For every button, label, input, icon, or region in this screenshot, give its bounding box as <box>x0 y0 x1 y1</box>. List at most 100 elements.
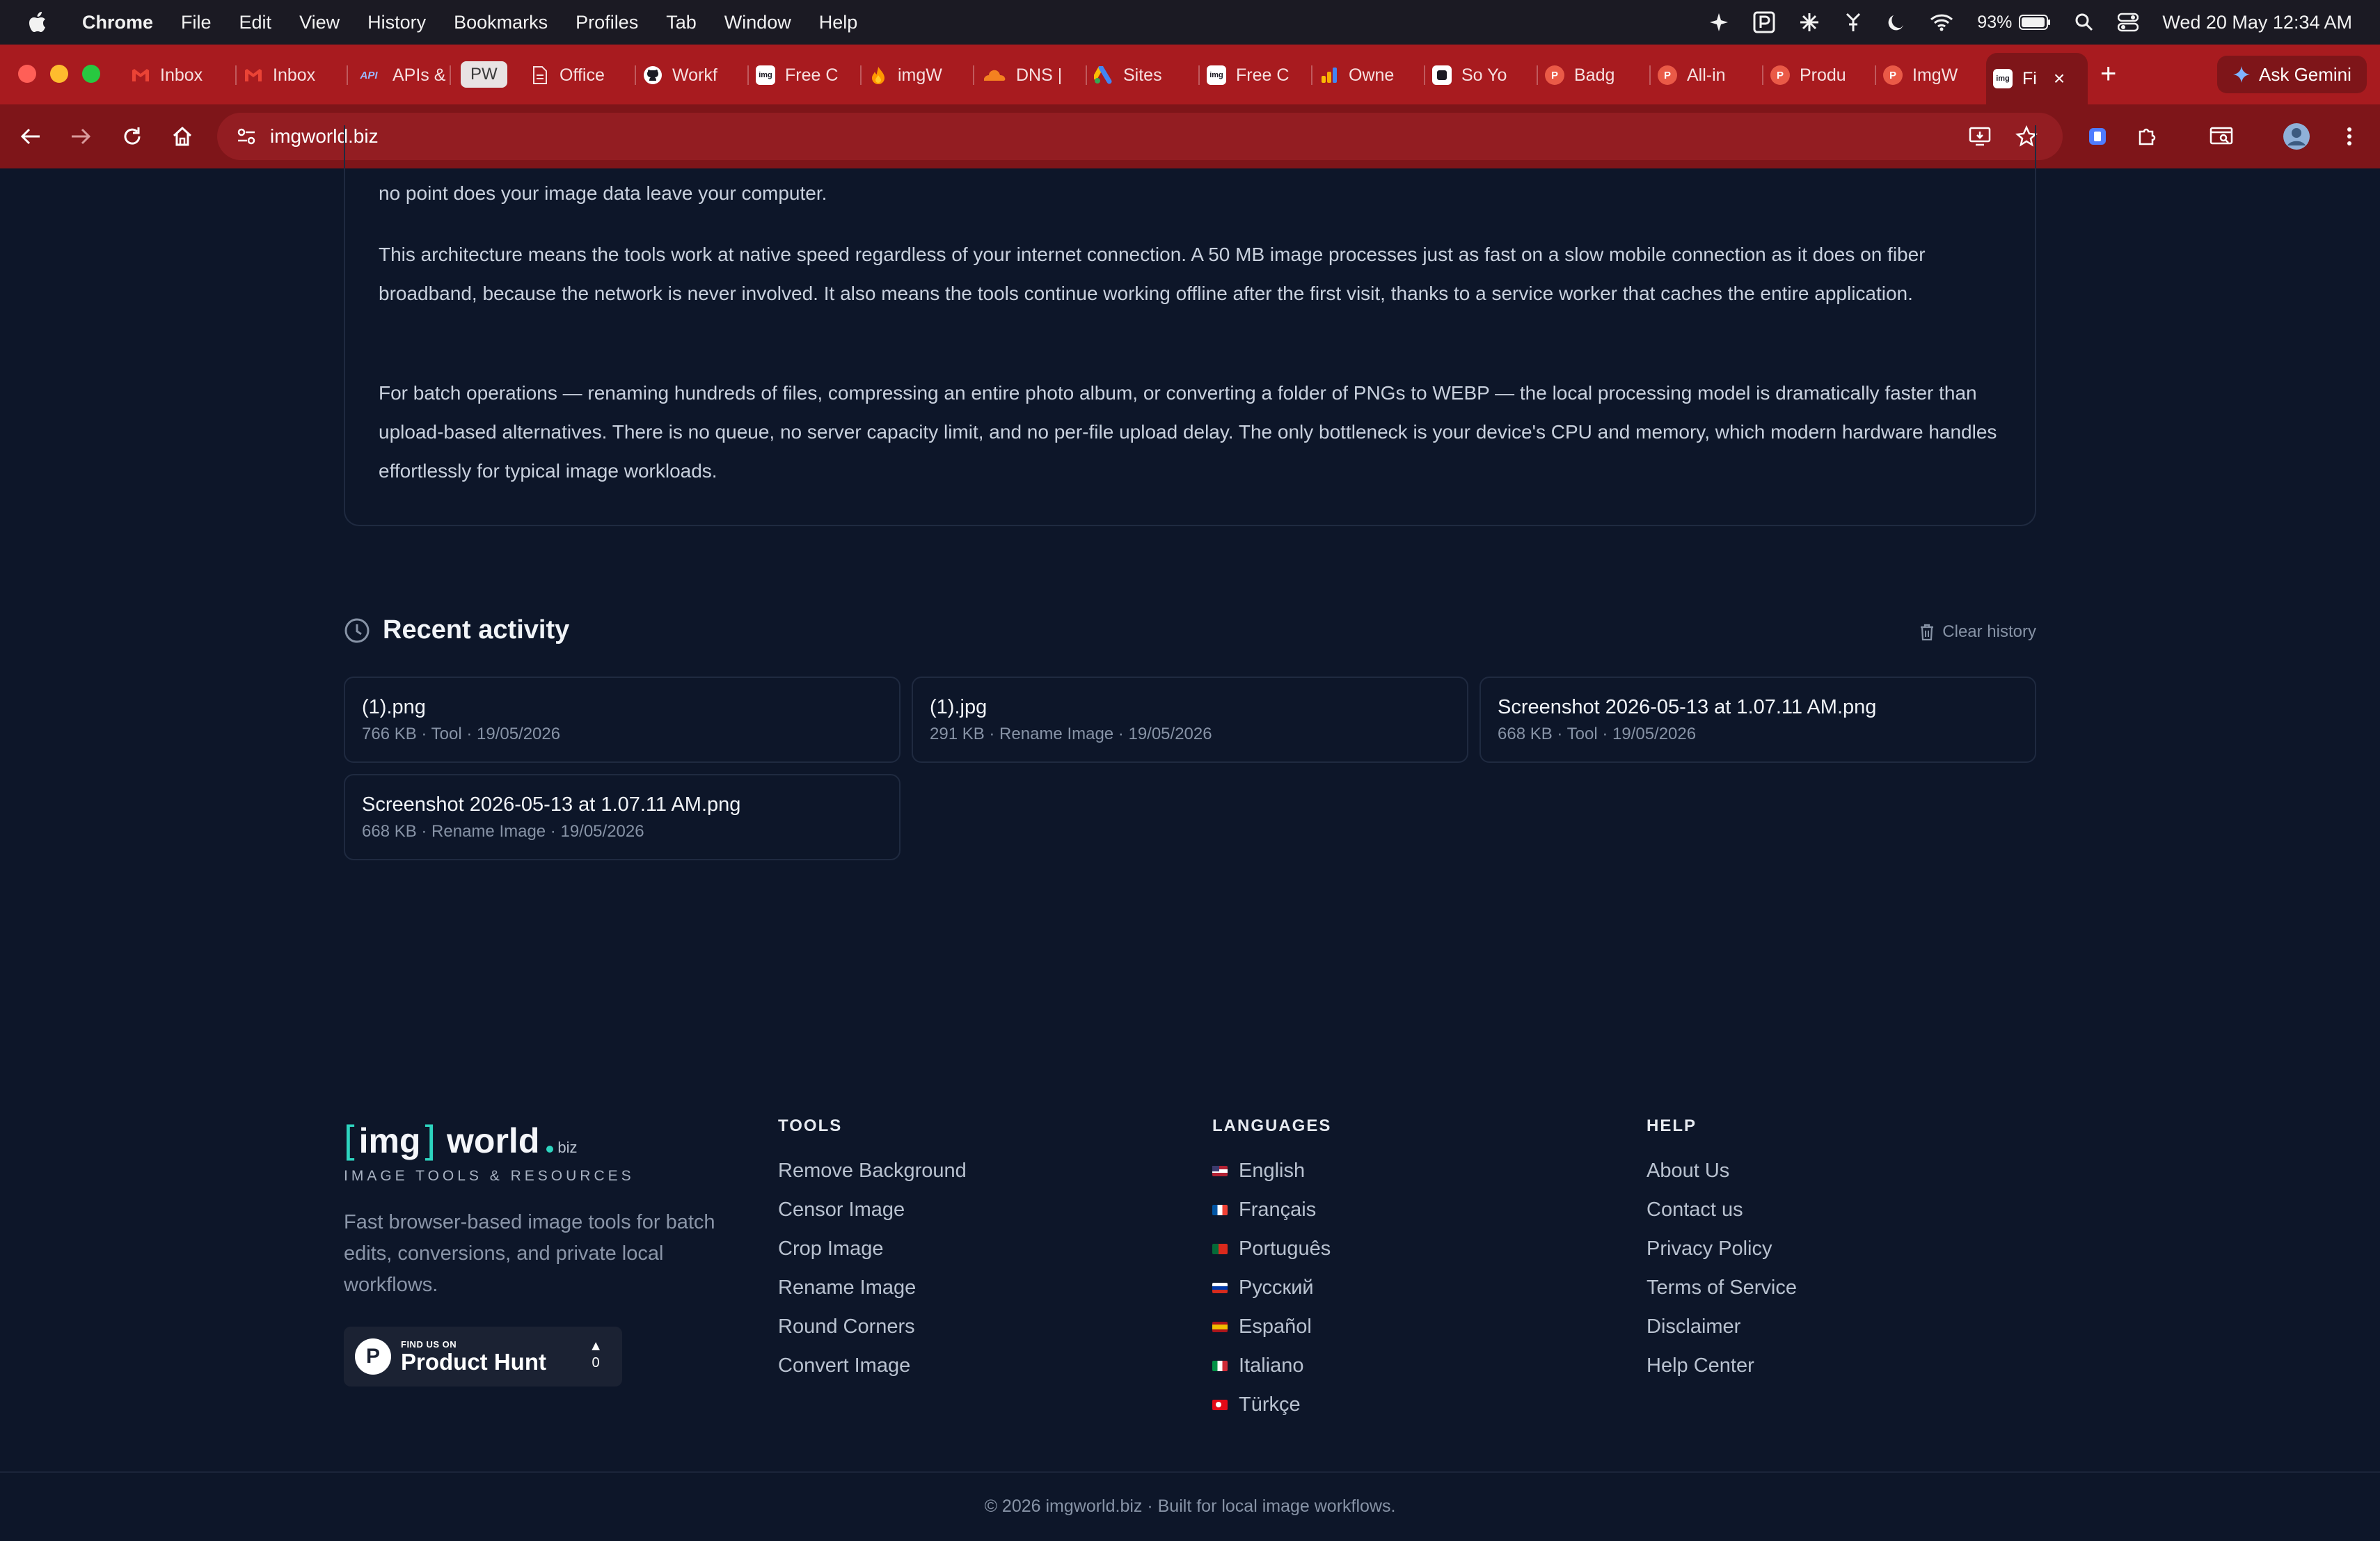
tab-so-you[interactable]: So Yo <box>1425 54 1538 96</box>
menu-app-chrome[interactable]: Chrome <box>82 12 153 33</box>
footer-languages-list: English Français Português Русский Españ… <box>1212 1151 1331 1424</box>
tab-label: Free C <box>785 65 839 85</box>
minimize-window-button[interactable] <box>50 65 68 83</box>
forward-arrow-icon[interactable] <box>67 123 95 150</box>
sparkle-icon[interactable] <box>1708 12 1729 33</box>
producthunt-icon: P <box>1883 65 1903 85</box>
footer-copyright: © 2026 imgworld.biz · Built for local im… <box>984 1496 1396 1516</box>
product-hunt-badge[interactable]: P FIND US ON Product Hunt ▲ 0 <box>344 1327 622 1386</box>
chrome-menu-icon[interactable] <box>2335 123 2363 150</box>
zoom-window-button[interactable] <box>82 65 100 83</box>
footer-link-help-center[interactable]: Help Center <box>1647 1346 1797 1385</box>
tab-all-in[interactable]: P All-in <box>1651 54 1763 96</box>
battery-status[interactable]: 93% <box>1977 13 2051 33</box>
activity-file-name: Screenshot 2026-05-13 at 1.07.11 AM.png <box>1498 696 1877 718</box>
tab-inbox-1[interactable]: Inbox <box>124 54 237 96</box>
new-tab-button[interactable]: + <box>2100 60 2116 88</box>
tab-apis[interactable]: API APIs & <box>348 54 451 96</box>
tab-imgworld-firebase[interactable]: imgW <box>862 54 974 96</box>
home-icon[interactable] <box>168 123 196 150</box>
reload-icon[interactable] <box>118 123 146 150</box>
tab-sites[interactable]: Sites <box>1087 54 1200 96</box>
clock[interactable]: Wed 20 May 12:34 AM <box>2162 12 2352 33</box>
footer-link-about-us[interactable]: About Us <box>1647 1151 1797 1190</box>
menu-window[interactable]: Window <box>724 12 791 33</box>
language-italian[interactable]: Italiano <box>1212 1346 1331 1385</box>
extension-blue-icon[interactable] <box>2084 123 2111 150</box>
activity-meta: 291 KB · Rename Image · 19/05/2026 <box>930 725 1212 743</box>
tab-badge[interactable]: P Badg <box>1538 54 1651 96</box>
activity-card[interactable]: Screenshot 2026-05-13 at 1.07.11 AM.png … <box>344 774 901 860</box>
control-center-icon[interactable] <box>2118 13 2139 32</box>
activity-card[interactable]: (1).png 766 KB · Tool · 19/05/2026 <box>344 677 901 763</box>
footer-link-terms-of-service[interactable]: Terms of Service <box>1647 1268 1797 1307</box>
close-tab-icon[interactable]: × <box>2054 68 2065 90</box>
footer-link-disclaimer[interactable]: Disclaimer <box>1647 1307 1797 1346</box>
profile-avatar-icon[interactable] <box>2283 123 2310 150</box>
menu-history[interactable]: History <box>367 12 426 33</box>
menu-view[interactable]: View <box>299 12 340 33</box>
footer-link-convert-image[interactable]: Convert Image <box>778 1346 967 1385</box>
tab-workflow[interactable]: Workf <box>636 54 749 96</box>
tab-inbox-2[interactable]: Inbox <box>237 54 348 96</box>
menu-help[interactable]: Help <box>819 12 858 33</box>
footer-link-privacy-policy[interactable]: Privacy Policy <box>1647 1229 1797 1268</box>
tab-product[interactable]: P Produ <box>1763 54 1876 96</box>
close-window-button[interactable] <box>18 65 36 83</box>
ask-gemini-button[interactable]: Ask Gemini <box>2217 56 2367 93</box>
moon-icon[interactable] <box>1887 13 1906 32</box>
footer-link-round-corners[interactable]: Round Corners <box>778 1307 967 1346</box>
apple-logo-icon[interactable] <box>28 10 49 34</box>
language-french[interactable]: Français <box>1212 1190 1331 1229</box>
tab-dns[interactable]: DNS | <box>974 54 1087 96</box>
spotlight-search-icon[interactable] <box>2074 13 2094 32</box>
menu-bookmarks[interactable]: Bookmarks <box>454 12 548 33</box>
tab-label: Inbox <box>160 65 203 85</box>
producthunt-icon: P <box>1658 65 1677 85</box>
language-spanish[interactable]: Español <box>1212 1307 1331 1346</box>
tab-free-converter-2[interactable]: img Free C <box>1200 54 1312 96</box>
footer-link-contact-us[interactable]: Contact us <box>1647 1190 1797 1229</box>
parking-app-icon[interactable] <box>1753 11 1775 33</box>
imgworld-logo[interactable]: [ img ] world biz <box>344 1116 577 1162</box>
github-icon <box>643 65 663 85</box>
menu-edit[interactable]: Edit <box>239 12 272 33</box>
gmail-icon <box>244 65 263 85</box>
asterisk-icon[interactable] <box>1799 12 1820 33</box>
footer-link-censor-image[interactable]: Censor Image <box>778 1190 967 1229</box>
menu-tab[interactable]: Tab <box>666 12 697 33</box>
logo-img: img <box>358 1121 421 1160</box>
tab-group-pw[interactable]: PW <box>461 61 507 88</box>
tab-owner[interactable]: Owne <box>1312 54 1425 96</box>
site-settings-icon[interactable] <box>235 125 257 152</box>
tab-active-imgworld[interactable]: img Fi × <box>1986 53 2088 104</box>
activity-file-name: (1).jpg <box>930 696 987 718</box>
tab-search-icon[interactable] <box>2207 123 2235 150</box>
language-portuguese[interactable]: Português <box>1212 1229 1331 1268</box>
language-english[interactable]: English <box>1212 1151 1331 1190</box>
menu-file[interactable]: File <box>181 12 212 33</box>
activity-card[interactable]: Screenshot 2026-05-13 at 1.07.11 AM.png … <box>1479 677 2036 763</box>
tab-free-converter-1[interactable]: img Free C <box>749 54 862 96</box>
footer-link-remove-background[interactable]: Remove Background <box>778 1151 967 1190</box>
footer-link-crop-image[interactable]: Crop Image <box>778 1229 967 1268</box>
back-arrow-icon[interactable] <box>17 123 45 150</box>
extensions-puzzle-icon[interactable] <box>2134 123 2161 150</box>
footer-link-rename-image[interactable]: Rename Image <box>778 1268 967 1307</box>
activity-card[interactable]: (1).jpg 291 KB · Rename Image · 19/05/20… <box>912 677 1468 763</box>
footer-help-list: About Us Contact us Privacy Policy Terms… <box>1647 1151 1797 1385</box>
tab-imgworld-ph[interactable]: P ImgW <box>1876 54 1989 96</box>
tab-office[interactable]: Office <box>523 54 636 96</box>
wifi-icon[interactable] <box>1930 13 1953 31</box>
tab-label: Workf <box>672 65 717 85</box>
recent-activity-title: Recent activity <box>383 615 570 645</box>
tab-label: ImgW <box>1912 65 1958 85</box>
language-russian[interactable]: Русский <box>1212 1268 1331 1307</box>
menu-profiles[interactable]: Profiles <box>576 12 638 33</box>
tab-label: Inbox <box>273 65 316 85</box>
clear-history-button[interactable]: Clear history <box>1919 622 2036 642</box>
footer-tools-title: TOOLS <box>778 1116 843 1135</box>
language-turkish[interactable]: Türkçe <box>1212 1385 1331 1424</box>
fork-icon[interactable] <box>1843 12 1863 33</box>
logo-world: world <box>447 1121 540 1160</box>
